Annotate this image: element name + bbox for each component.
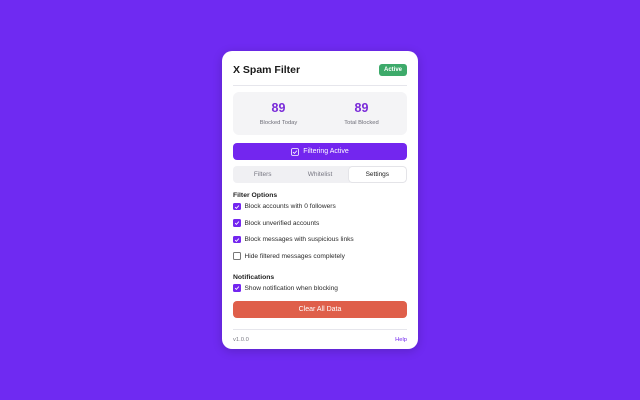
option-label: Block messages with suspicious links [244,236,354,243]
option-label: Block accounts with 0 followers [244,203,336,210]
stat-total-blocked: 89 Total Blocked [322,101,402,126]
tab-filters[interactable]: Filters [234,167,291,182]
popup-header: X Spam Filter Active [233,51,407,86]
popup-footer: v1.0.0 Help [233,329,407,349]
app-title: X Spam Filter [233,63,301,76]
checkbox-unchecked[interactable] [233,252,241,260]
checkbox-icon [291,147,300,156]
stat-blocked-today: 89 Blocked Today [239,101,319,126]
option-hide-filtered[interactable]: Hide filtered messages completely [233,252,407,261]
option-suspicious-links[interactable]: Block messages with suspicious links [233,235,407,244]
option-unverified[interactable]: Block unverified accounts [233,219,407,228]
stat-label: Total Blocked [344,120,379,126]
version-label: v1.0.0 [233,336,249,343]
checkbox-checked[interactable] [233,202,241,211]
notifications-title: Notifications [233,273,275,281]
option-label: Show notification when blocking [244,284,338,292]
option-label: Block unverified accounts [244,219,320,227]
stats-panel: 89 Blocked Today 89 Total Blocked [233,92,407,135]
filtering-toggle-button[interactable]: Filtering Active [233,143,407,160]
checkbox-checked[interactable] [233,284,241,292]
stat-label: Blocked Today [259,120,298,126]
filter-options-title: Filter Options [233,192,278,199]
checkbox-checked[interactable] [233,235,241,244]
clear-all-data-button[interactable]: Clear All Data [233,300,407,318]
status-badge: Active [378,63,407,76]
tab-settings[interactable]: Settings [348,167,406,182]
checkbox-checked[interactable] [233,219,241,227]
extension-popup: X Spam Filter Active 89 Blocked Today 89… [222,51,418,349]
help-link[interactable]: Help [395,337,407,343]
tab-whitelist[interactable]: Whitelist [291,167,348,182]
stat-value: 89 [354,101,369,115]
filtering-toggle-label: Filtering Active [303,148,349,155]
stat-value: 89 [271,101,286,115]
option-label: Hide filtered messages completely [244,252,345,260]
option-show-notification[interactable]: Show notification when blocking [233,284,407,293]
option-zero-followers[interactable]: Block accounts with 0 followers [233,202,407,211]
tab-bar: Filters Whitelist Settings [233,166,407,183]
